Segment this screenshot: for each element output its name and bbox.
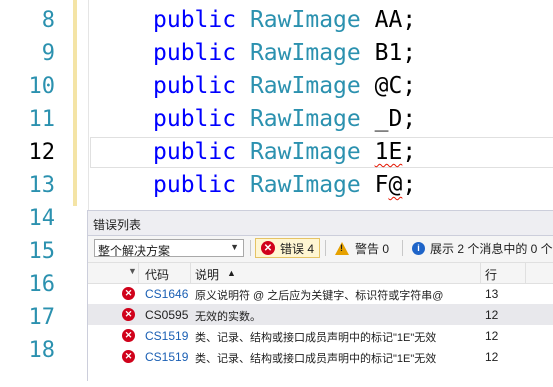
warning-icon: [335, 241, 349, 255]
type-name: RawImage: [249, 172, 361, 198]
messages-filter-button[interactable]: i 展示 2 个消息中的 0 个: [407, 238, 553, 258]
line-number: 17: [28, 305, 56, 330]
semicolon: ;: [402, 139, 417, 165]
line-number: 18: [28, 338, 56, 363]
grid-header: ▼ 代码 说明 ▲ 行: [88, 262, 553, 284]
error-row[interactable]: ✕ CS1519 类、记录、结构或接口成员声明中的标记"1E"无效 12: [88, 346, 553, 367]
code-line[interactable]: public RawImage B1;: [153, 37, 416, 70]
column-header-code[interactable]: 代码: [145, 266, 169, 283]
warnings-filter-label: 警告 0: [355, 241, 390, 256]
keyword: public: [153, 139, 237, 165]
line-number: 9: [41, 41, 55, 66]
error-icon: ✕: [122, 350, 135, 363]
semicolon: ;: [402, 172, 417, 198]
keyword: public: [153, 106, 237, 132]
code-line[interactable]: public RawImage _D;: [153, 103, 416, 136]
toolbar-divider: [325, 240, 326, 256]
column-header-line[interactable]: 行: [485, 266, 497, 283]
error-icon: ✕: [122, 287, 135, 300]
filter-icon[interactable]: ▼: [128, 266, 137, 276]
identifier: F: [374, 172, 389, 198]
column-divider: [190, 263, 191, 283]
gutter-separator: [88, 0, 89, 210]
error-icon: ✕: [122, 329, 135, 342]
error-line: 13: [485, 287, 499, 301]
identifier-error: @: [388, 172, 403, 198]
identifier: _D: [374, 106, 403, 132]
line-number: 14: [28, 206, 56, 231]
identifier: AA: [374, 7, 403, 33]
error-code-link[interactable]: CS1519: [145, 329, 188, 343]
identifier: B1: [374, 40, 403, 66]
error-row-selected[interactable]: ✕ CS0595 无效的实数。 12: [88, 304, 553, 325]
error-list-panel: 错误列表 整个解决方案 ▼ ✕ 错误 4 警告 0 i 展示 2 个消息中的 0…: [87, 210, 553, 387]
error-code: CS0595: [145, 308, 189, 322]
panel-title-bar[interactable]: 错误列表: [88, 211, 553, 236]
semicolon: ;: [402, 40, 417, 66]
error-code-link[interactable]: CS1519: [145, 350, 188, 364]
scope-value: 整个解决方案: [98, 244, 171, 258]
error-row[interactable]: ✕ CS1646 原义说明符 @ 之后应为关键字、标识符或字符串@ 13: [88, 283, 553, 304]
error-description: 原义说明符 @ 之后应为关键字、标识符或字符串@: [195, 290, 444, 302]
warnings-filter-button[interactable]: 警告 0: [330, 238, 394, 258]
column-divider: [138, 263, 139, 283]
info-icon: i: [412, 241, 425, 255]
error-line: 12: [485, 329, 499, 343]
keyword: public: [153, 73, 237, 99]
identifier-error: 1E: [374, 139, 403, 165]
code-line[interactable]: public RawImage @C;: [153, 70, 416, 103]
line-number: 16: [28, 272, 56, 297]
line-number-current: 12: [28, 140, 56, 165]
error-description: 类、记录、结构或接口成员声明中的标记"1E"无效: [195, 353, 437, 365]
type-name: RawImage: [249, 40, 361, 66]
type-name: RawImage: [249, 106, 361, 132]
error-line: 12: [485, 350, 499, 364]
error-list-grid: ▼ 代码 说明 ▲ 行 ✕ CS1646 原义说明符 @ 之后应为关键字、标识符…: [88, 262, 553, 387]
keyword: public: [153, 7, 237, 33]
error-icon: ✕: [261, 241, 275, 255]
code-line-current[interactable]: public RawImage 1E;: [153, 136, 416, 169]
semicolon: ;: [402, 73, 417, 99]
type-name: RawImage: [249, 7, 361, 33]
scope-dropdown[interactable]: 整个解决方案 ▼: [94, 239, 244, 258]
toolbar-divider: [402, 240, 403, 256]
column-divider: [525, 263, 526, 283]
line-number: 8: [41, 8, 55, 33]
semicolon: ;: [402, 7, 417, 33]
type-name: RawImage: [249, 139, 361, 165]
line-number: 15: [28, 239, 56, 264]
sort-ascending-icon: ▲: [227, 268, 236, 278]
keyword: public: [153, 172, 237, 198]
line-number: 13: [28, 173, 56, 198]
toolbar-divider: [250, 240, 251, 256]
column-header-description[interactable]: 说明: [195, 266, 219, 283]
error-description: 类、记录、结构或接口成员声明中的标记"1E"无效: [195, 332, 437, 344]
error-code-link[interactable]: CS1646: [145, 287, 188, 301]
error-description: 无效的实数。: [195, 311, 261, 323]
code-line[interactable]: public RawImage F@;: [153, 169, 416, 202]
panel-title: 错误列表: [93, 218, 142, 232]
error-list-toolbar: 整个解决方案 ▼ ✕ 错误 4 警告 0 i 展示 2 个消息中的 0 个: [88, 236, 553, 262]
identifier: @C: [374, 73, 403, 99]
messages-filter-label: 展示 2 个消息中的 0 个: [430, 241, 553, 256]
line-number: 11: [28, 107, 56, 132]
errors-filter-button[interactable]: ✕ 错误 4: [255, 238, 321, 258]
column-divider: [480, 263, 481, 283]
error-row[interactable]: ✕ CS1519 类、记录、结构或接口成员声明中的标记"1E"无效 12: [88, 325, 553, 346]
type-name: RawImage: [249, 73, 361, 99]
code-line[interactable]: public RawImage AA;: [153, 4, 416, 37]
semicolon: ;: [402, 106, 417, 132]
error-icon: ✕: [122, 308, 135, 321]
line-number: 10: [28, 74, 56, 99]
error-line: 12: [485, 308, 499, 322]
change-tracking-bar: [73, 0, 77, 206]
keyword: public: [153, 40, 237, 66]
errors-filter-label: 错误 4: [280, 241, 315, 256]
chevron-down-icon: ▼: [230, 242, 239, 252]
